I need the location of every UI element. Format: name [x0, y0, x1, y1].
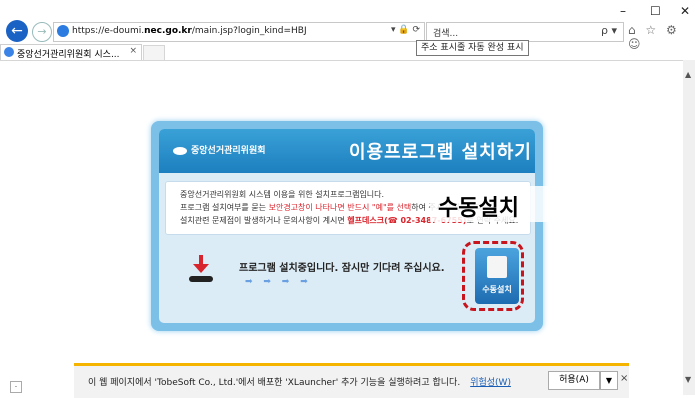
address-tools-icon[interactable]: ▾ 🔒 ⟳: [391, 25, 420, 35]
tab-favicon-icon: [4, 47, 14, 57]
tab-close-icon[interactable]: ×: [129, 46, 137, 56]
allow-dropdown-button[interactable]: ▼: [600, 371, 618, 390]
scroll-up-icon[interactable]: ▲: [685, 70, 691, 79]
back-button[interactable]: ←: [6, 20, 28, 42]
allow-button[interactable]: 허용(A): [548, 371, 600, 390]
logo-text: 중앙선거관리위원회: [191, 146, 266, 156]
maximize-button[interactable]: ☐: [650, 4, 661, 18]
url-domain: nec.go.kr: [144, 26, 192, 36]
address-bar[interactable]: https://e-doumi.nec.go.kr/main.jsp?login…: [53, 22, 425, 42]
scroll-down-icon[interactable]: ▼: [685, 375, 691, 384]
minimize-button[interactable]: –: [620, 4, 626, 18]
notification-bar: 이 웹 페이지에서 'TobeSoft Co., Ltd.'에서 배포한 'XL…: [74, 363, 629, 398]
page-corner-button[interactable]: ·: [10, 381, 22, 393]
notice-text: 프로그램 설치여부를 묻는: [180, 203, 269, 212]
tab-label: 중앙선거관리위원회 시스...: [17, 50, 120, 60]
tooltip: 주소 표시줄 자동 완성 표시: [416, 40, 529, 56]
site-icon: [57, 25, 69, 37]
notification-text: 이 웹 페이지에서 'TobeSoft Co., Ltd.'에서 배포한 'XL…: [88, 378, 461, 388]
search-placeholder: 검색...: [433, 29, 459, 39]
panel-header: 중앙선거관리위원회 이용프로그램 설치하기: [159, 129, 535, 173]
tab-nec-system[interactable]: 중앙선거관리위원회 시스... ×: [0, 44, 142, 60]
url-prefix: https://e-doumi.: [72, 26, 145, 36]
nec-logo: 중앙선거관리위원회: [173, 143, 266, 156]
notice-text: 설치관련 문제점이 발생하거나 문의사항이 계시면: [180, 216, 348, 225]
search-input[interactable]: 검색... ρ ▾: [426, 22, 624, 42]
nec-logo-icon: [173, 146, 187, 155]
install-status-text: 프로그램 설치중입니다. 잠시만 기다려 주십시요.: [239, 263, 445, 274]
close-window-button[interactable]: ✕: [680, 4, 690, 18]
new-tab-button[interactable]: [143, 45, 165, 61]
download-icon: [189, 255, 213, 282]
search-icon[interactable]: ρ ▾: [601, 24, 617, 37]
url-text: https://e-doumi.nec.go.kr/main.jsp?login…: [72, 26, 307, 36]
url-suffix: /main.jsp?login_kind=HBJ: [191, 26, 307, 36]
notice-warning: 보안경고창이 나타나면 반드시 "예"를 선택: [268, 203, 412, 212]
highlight-frame: [462, 241, 524, 311]
browser-chrome: – ☐ ✕ ← → https://e-doumi.nec.go.kr/main…: [0, 0, 695, 61]
notification-close-icon[interactable]: ×: [620, 373, 628, 384]
notification-message: 이 웹 페이지에서 'TobeSoft Co., Ltd.'에서 배포한 'XL…: [88, 375, 511, 388]
progress-arrows-icon: ➡ ➡ ➡ ➡: [245, 277, 312, 287]
tab-bar: 중앙선거관리위원회 시스... ×: [0, 44, 695, 61]
risk-link[interactable]: 위험성(W): [470, 378, 511, 388]
callout-label: 수동설치: [438, 196, 519, 221]
forward-button[interactable]: →: [32, 22, 52, 42]
panel-title: 이용프로그램 설치하기: [349, 142, 532, 163]
scrollbar[interactable]: ▲ ▼: [683, 60, 695, 395]
notice-text: 중앙선거관리위원회 시스템 이용을 위한 설치프로그램입니다.: [180, 190, 385, 199]
